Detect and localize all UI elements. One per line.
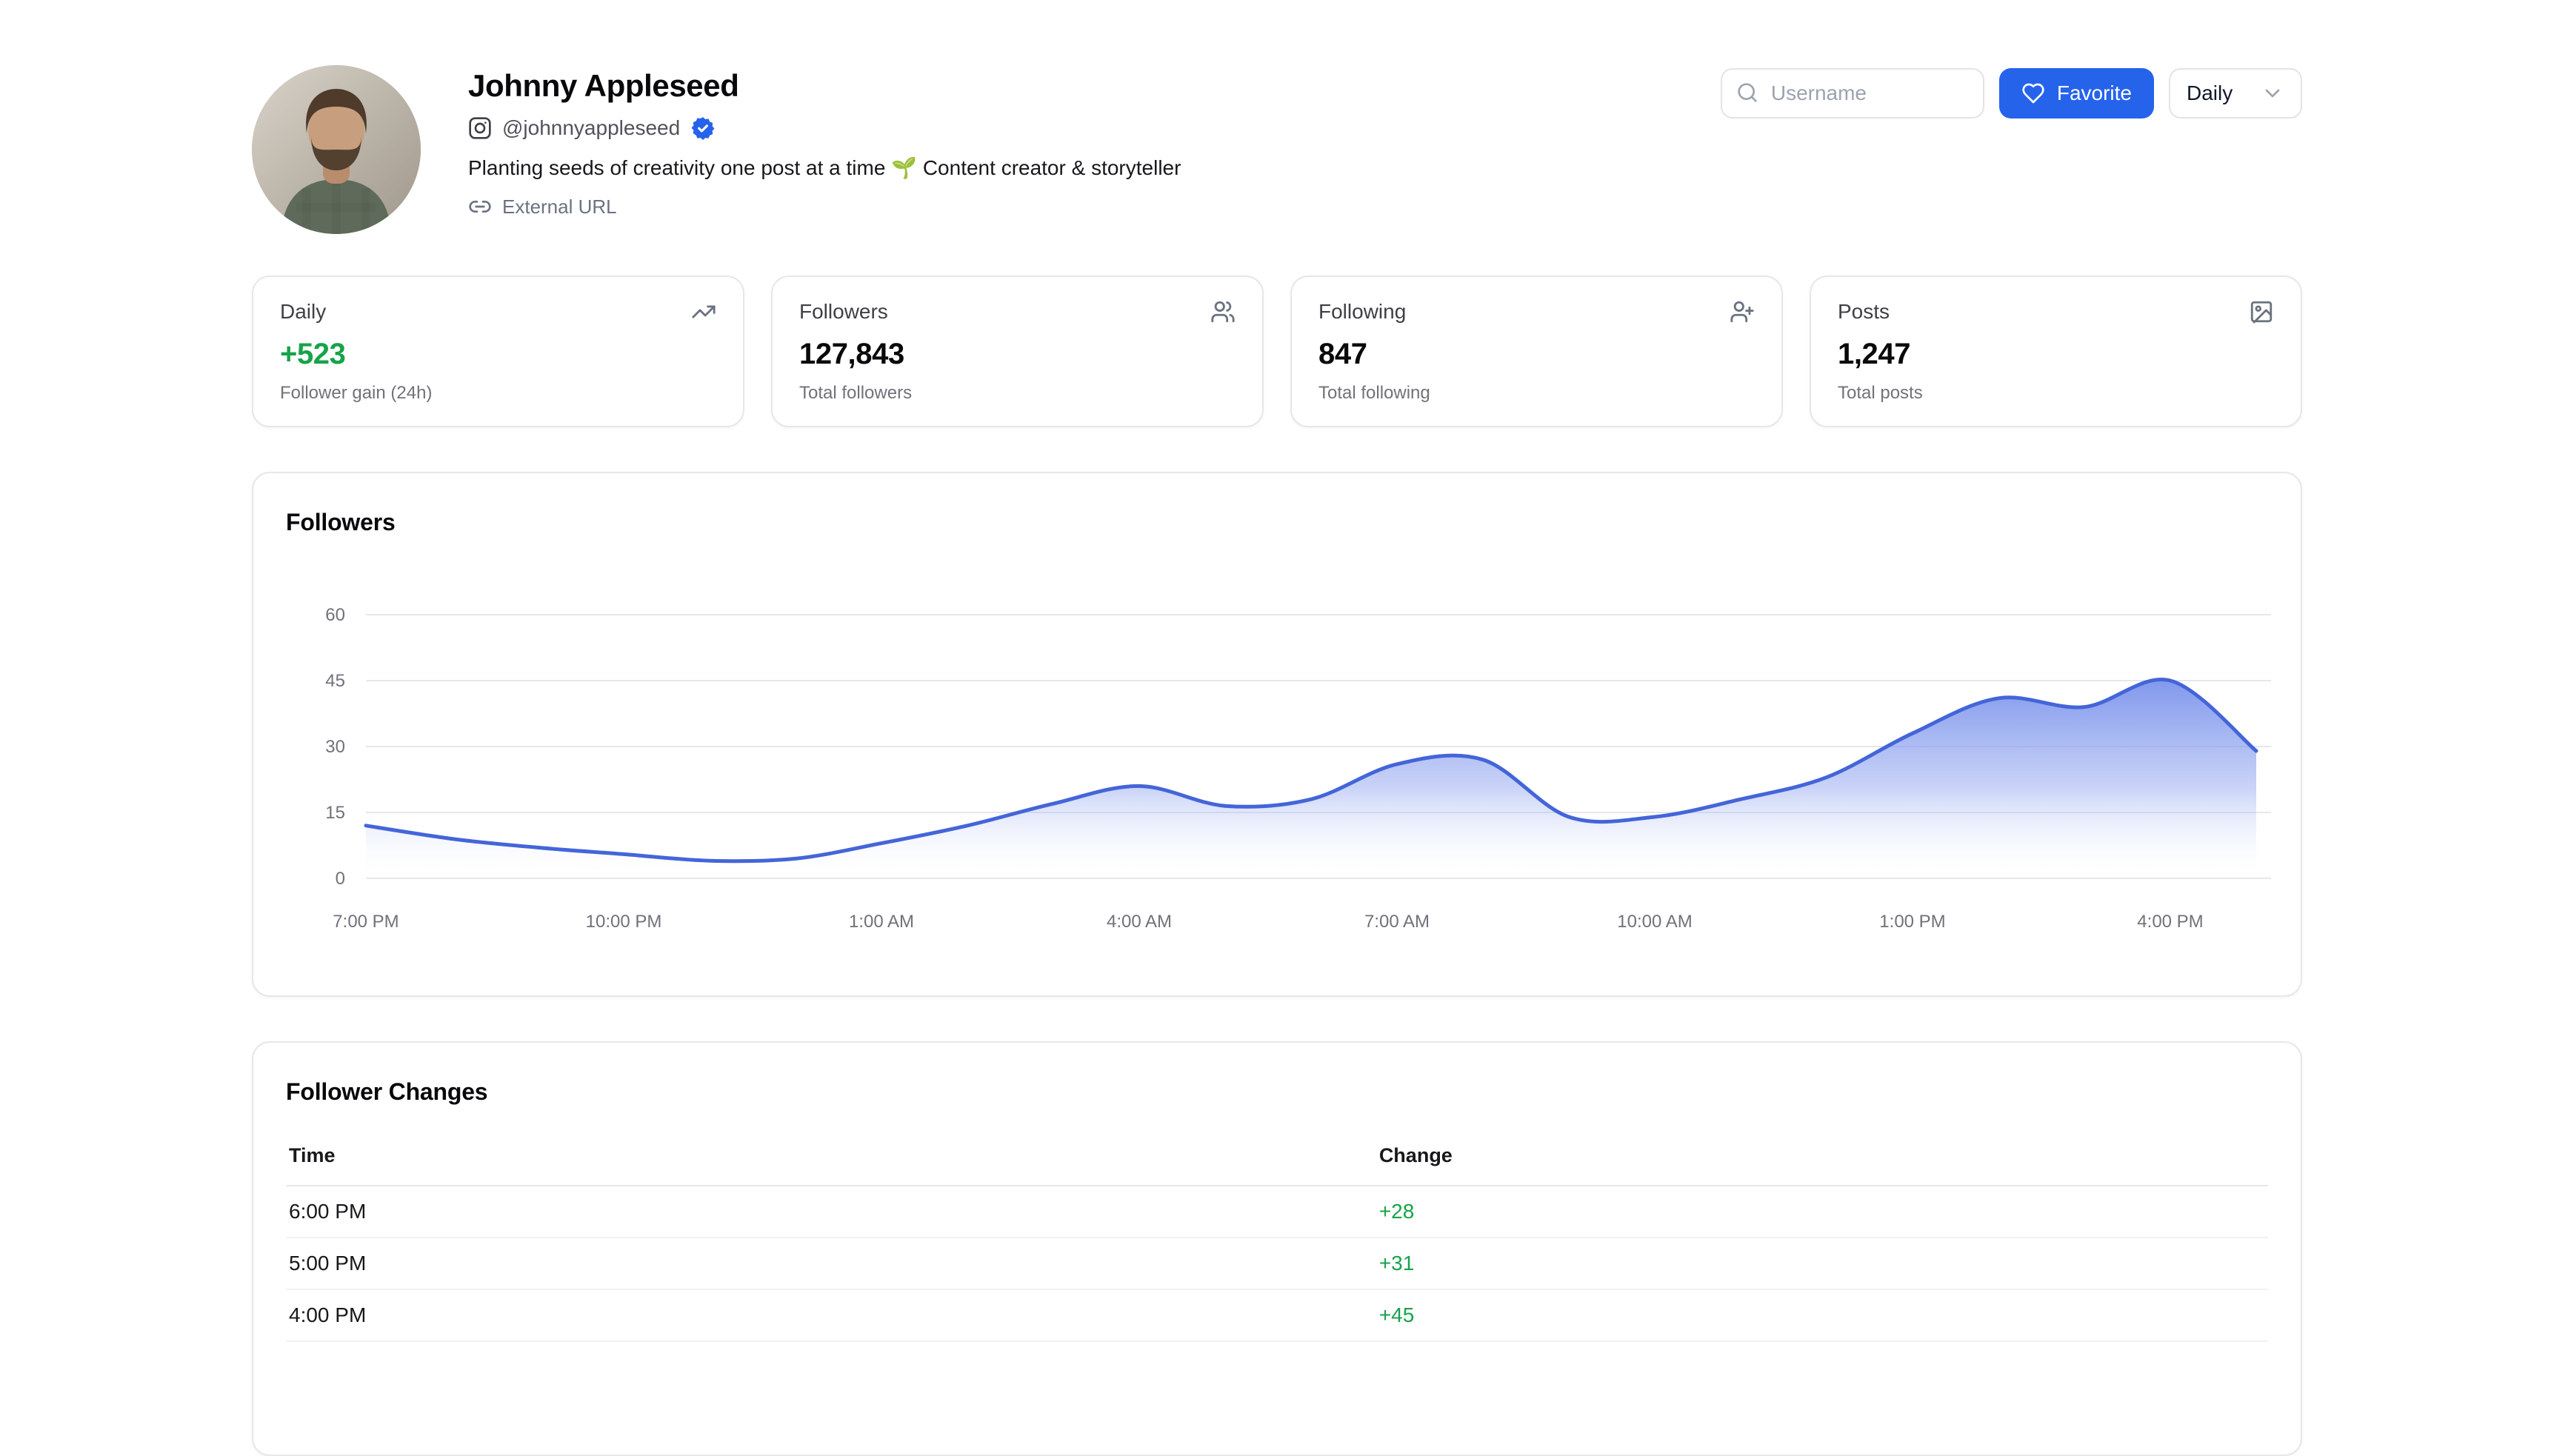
chart-title: Followers xyxy=(286,509,2268,536)
chevron-down-icon xyxy=(2261,81,2284,105)
stat-value: +523 xyxy=(280,338,716,371)
svg-text:7:00 PM: 7:00 PM xyxy=(333,912,399,932)
stat-card-followers: Followers 127,843 Total followers xyxy=(771,275,1264,427)
svg-text:45: 45 xyxy=(325,671,345,691)
svg-text:1:00 AM: 1:00 AM xyxy=(849,912,914,932)
stat-label: Following xyxy=(1318,300,1406,324)
profile-name: Johnny Appleseed xyxy=(468,68,1181,104)
stat-sublabel: Total posts xyxy=(1838,383,2274,404)
users-icon xyxy=(1210,299,1236,324)
trending-up-icon xyxy=(691,299,716,324)
stat-sublabel: Total followers xyxy=(799,383,1236,404)
svg-text:60: 60 xyxy=(325,605,345,625)
follower-changes-card: Follower Changes Time Change 6:00 PM +28… xyxy=(252,1041,2302,1456)
svg-text:30: 30 xyxy=(325,737,345,757)
chart-svg: 0 15 30 45 60 7:00 PM 10:00 PM 1:00 AM 4:00 AM 7:… xyxy=(286,563,2271,960)
external-url-row: External URL xyxy=(468,195,1181,218)
cell-time: 6:00 PM xyxy=(286,1186,1376,1238)
username-search xyxy=(1721,68,1984,118)
external-url-link[interactable]: External URL xyxy=(502,196,617,218)
avatar-illustration xyxy=(252,65,421,234)
column-header-change: Change xyxy=(1376,1144,2268,1186)
followers-chart-card: Followers 0 15 30 45 60 7:00 PM 10:00 PM 1:00 A… xyxy=(252,472,2302,997)
image-icon xyxy=(2249,299,2274,324)
period-select[interactable]: Daily xyxy=(2169,68,2302,118)
follower-changes-table: Time Change 6:00 PM +28 5:00 PM +31 4:00… xyxy=(286,1144,2268,1342)
profile-bio: Planting seeds of creativity one post at… xyxy=(468,156,1181,180)
followers-area-chart: 0 15 30 45 60 7:00 PM 10:00 PM 1:00 AM 4:00 AM 7:… xyxy=(286,563,2268,960)
heart-icon xyxy=(2021,81,2045,105)
svg-text:4:00 AM: 4:00 AM xyxy=(1107,912,1172,932)
stat-sublabel: Total following xyxy=(1318,383,1755,404)
stat-value: 127,843 xyxy=(799,338,1236,371)
instagram-icon xyxy=(468,116,492,140)
favorite-button-label: Favorite xyxy=(2057,81,2132,105)
table-header-row: Time Change xyxy=(286,1144,2268,1186)
avatar xyxy=(252,65,421,234)
profile-block: Johnny Appleseed @johnnyappleseed xyxy=(252,65,1181,234)
column-header-time: Time xyxy=(286,1144,1376,1186)
profile-handle: @johnnyappleseed xyxy=(502,116,680,140)
svg-text:10:00 AM: 10:00 AM xyxy=(1617,912,1692,932)
stat-card-following: Following 847 Total following xyxy=(1290,275,1783,427)
svg-text:1:00 PM: 1:00 PM xyxy=(1879,912,1945,932)
favorite-button[interactable]: Favorite xyxy=(1999,68,2154,118)
stat-label: Daily xyxy=(280,300,326,324)
stat-card-daily: Daily +523 Follower gain (24h) xyxy=(252,275,744,427)
cell-time: 4:00 PM xyxy=(286,1289,1376,1341)
cell-change: +45 xyxy=(1376,1289,2268,1341)
table-title: Follower Changes xyxy=(286,1078,2268,1106)
profile-handle-row: @johnnyappleseed xyxy=(468,116,1181,141)
user-plus-icon xyxy=(1730,299,1755,324)
svg-text:4:00 PM: 4:00 PM xyxy=(2137,912,2203,932)
cell-change: +28 xyxy=(1376,1186,2268,1238)
profile-info: Johnny Appleseed @johnnyappleseed xyxy=(468,65,1181,234)
stat-label: Posts xyxy=(1838,300,1890,324)
table-row: 6:00 PM +28 xyxy=(286,1186,2268,1238)
profile-header: Johnny Appleseed @johnnyappleseed xyxy=(252,65,2302,234)
stat-sublabel: Follower gain (24h) xyxy=(280,383,716,404)
table-row: 4:00 PM +45 xyxy=(286,1289,2268,1341)
stat-value: 847 xyxy=(1318,338,1755,371)
stat-value: 1,247 xyxy=(1838,338,2274,371)
stat-card-posts: Posts 1,247 Total posts xyxy=(1810,275,2302,427)
table-row: 5:00 PM +31 xyxy=(286,1238,2268,1289)
verified-badge-icon xyxy=(690,116,716,141)
page-container: Johnny Appleseed @johnnyappleseed xyxy=(252,0,2302,1456)
svg-text:7:00 AM: 7:00 AM xyxy=(1364,912,1430,932)
stats-row: Daily +523 Follower gain (24h) Followers xyxy=(252,275,2302,427)
search-icon xyxy=(1736,81,1759,110)
cell-change: +31 xyxy=(1376,1238,2268,1289)
link-icon xyxy=(468,195,492,218)
period-select-value: Daily xyxy=(2187,81,2233,105)
username-search-input[interactable] xyxy=(1721,68,1984,118)
svg-text:15: 15 xyxy=(325,803,345,823)
stat-label: Followers xyxy=(799,300,888,324)
svg-text:10:00 PM: 10:00 PM xyxy=(586,912,662,932)
cell-time: 5:00 PM xyxy=(286,1238,1376,1289)
svg-text:0: 0 xyxy=(336,869,345,889)
header-controls: Favorite Daily xyxy=(1721,65,2302,118)
